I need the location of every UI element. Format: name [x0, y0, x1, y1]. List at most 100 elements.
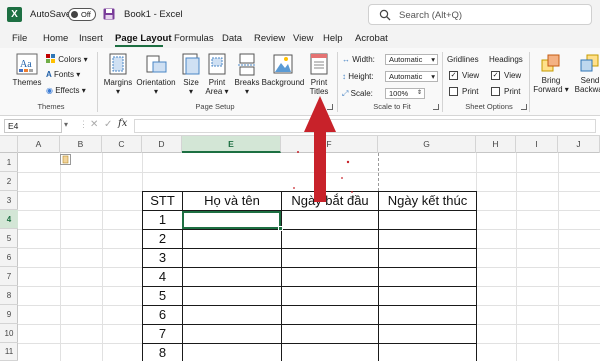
cancel-icon[interactable]: ✕ — [90, 119, 98, 130]
row-header-10[interactable]: 10 — [0, 324, 18, 343]
breaks-icon — [238, 53, 256, 76]
row-header-5[interactable]: 5 — [0, 229, 18, 248]
column-header-i[interactable]: I — [516, 136, 558, 153]
row-header-8[interactable]: 8 — [0, 286, 18, 305]
more-options-icon: ⋮ — [79, 119, 88, 129]
headings-heading: Headings — [489, 55, 523, 64]
autosave-toggle[interactable]: Off — [68, 8, 96, 21]
send-backward-button[interactable]: Send Backwar — [572, 52, 600, 94]
chevron-down-icon: ▾ — [562, 85, 569, 94]
tab-view[interactable]: View — [293, 33, 313, 44]
chevron-down-icon: ▾ — [431, 72, 435, 81]
stt-cell[interactable]: 2 — [143, 231, 182, 246]
insert-function-icon[interactable]: fx — [118, 118, 127, 129]
background-button[interactable]: Background — [261, 52, 305, 87]
colors-button[interactable]: Colors ▾ — [46, 54, 88, 64]
headings-view-checkbox[interactable]: ✓ — [491, 71, 500, 80]
table-header-stt[interactable]: STT — [143, 193, 182, 208]
width-label-text: Width: — [352, 55, 375, 64]
stt-cell[interactable]: 3 — [143, 250, 182, 265]
active-cell-e4[interactable] — [182, 211, 281, 229]
height-label-text: Height: — [348, 72, 374, 81]
paste-options-icon[interactable] — [60, 154, 71, 165]
tab-page-layout[interactable]: Page Layout — [115, 33, 172, 44]
chevron-down-icon: ▾ — [244, 87, 249, 96]
stt-cell[interactable]: 8 — [143, 345, 182, 360]
size-label: Size — [183, 78, 199, 87]
themes-button[interactable]: Aa Themes — [9, 52, 45, 87]
stt-cell[interactable]: 7 — [143, 326, 182, 341]
size-button[interactable]: Size ▾ — [180, 52, 202, 96]
stt-cell[interactable]: 1 — [143, 212, 182, 227]
search-box[interactable]: Search (Alt+Q) — [368, 4, 592, 25]
tab-acrobat[interactable]: Acrobat — [355, 33, 388, 44]
headings-print-label: Print — [504, 87, 521, 96]
column-header-h[interactable]: H — [476, 136, 516, 153]
table-border — [378, 191, 379, 361]
fill-handle[interactable] — [278, 226, 283, 231]
tab-file[interactable]: File — [12, 33, 27, 44]
tab-home[interactable]: Home — [43, 33, 68, 44]
bring-forward-icon — [541, 54, 560, 72]
enter-icon[interactable]: ✓ — [104, 119, 112, 130]
row-header-7[interactable]: 7 — [0, 267, 18, 286]
effects-button[interactable]: ◉ Effects ▾ — [46, 86, 86, 95]
width-icon: ↔ — [342, 55, 350, 64]
column-header-e[interactable]: E — [182, 136, 281, 153]
row-header-1[interactable]: 1 — [0, 153, 18, 172]
tab-data[interactable]: Data — [222, 33, 242, 44]
group-divider — [529, 52, 530, 112]
gridline — [60, 153, 61, 361]
tab-formulas[interactable]: Formulas — [174, 33, 214, 44]
stt-cell[interactable]: 4 — [143, 269, 182, 284]
column-header-b[interactable]: B — [60, 136, 102, 153]
tab-help[interactable]: Help — [323, 33, 343, 44]
table-header-ngay-ket-thuc[interactable]: Ngày kết thúc — [379, 193, 476, 208]
row-header-3[interactable]: 3 — [0, 191, 18, 210]
column-header-j[interactable]: J — [558, 136, 600, 153]
height-select-value: Automatic — [389, 72, 423, 81]
gridlines-view-checkbox[interactable]: ✓ — [449, 71, 458, 80]
send-backward-icon — [580, 54, 599, 72]
chevron-down-icon: ▾ — [153, 87, 158, 96]
row-header-11[interactable]: 11 — [0, 343, 18, 361]
table-header-ho-va-ten[interactable]: Họ và tên — [183, 193, 281, 208]
name-box[interactable]: E4 — [4, 119, 62, 133]
column-header-d[interactable]: D — [142, 136, 182, 153]
column-header-c[interactable]: C — [102, 136, 142, 153]
select-all-corner[interactable] — [0, 136, 18, 153]
row-header-2[interactable]: 2 — [0, 172, 18, 191]
active-tab-indicator — [115, 45, 163, 47]
tab-review[interactable]: Review — [254, 33, 285, 44]
row-header-9[interactable]: 9 — [0, 305, 18, 324]
formula-input[interactable] — [134, 119, 596, 133]
orientation-button[interactable]: Orientation ▾ — [134, 52, 178, 96]
scale-to-fit-launcher-icon[interactable] — [433, 104, 439, 110]
column-header-a[interactable]: A — [18, 136, 60, 153]
tab-insert[interactable]: Insert — [79, 33, 103, 44]
row-header-6[interactable]: 6 — [0, 248, 18, 267]
background-icon — [273, 54, 293, 74]
headings-print-checkbox[interactable] — [491, 87, 500, 96]
margins-button[interactable]: Margins ▾ — [102, 52, 134, 96]
width-select[interactable]: Automatic ▾ — [385, 54, 438, 65]
breaks-button[interactable]: Breaks ▾ — [233, 52, 261, 96]
stt-cell[interactable]: 5 — [143, 288, 182, 303]
scale-spinner[interactable]: 100% ⇕ — [385, 88, 425, 99]
column-header-g[interactable]: G — [378, 136, 476, 153]
table-border — [281, 191, 282, 361]
bring-forward-button[interactable]: Bring Forward ▾ — [532, 52, 570, 94]
save-icon[interactable] — [103, 8, 115, 20]
print-area-button[interactable]: Print Area ▾ — [204, 52, 230, 96]
gridlines-print-checkbox[interactable] — [449, 87, 458, 96]
page-setup-group-label: Page Setup — [195, 102, 235, 111]
stt-cell[interactable]: 6 — [143, 307, 182, 322]
name-box-dropdown-icon[interactable]: ▾ — [64, 120, 68, 129]
fonts-button[interactable]: A Fonts ▾ — [46, 70, 80, 79]
width-select-value: Automatic — [389, 55, 423, 64]
sheet-options-launcher-icon[interactable] — [521, 104, 527, 110]
row-header-4[interactable]: 4 — [0, 210, 18, 229]
height-select[interactable]: Automatic ▾ — [385, 71, 438, 82]
send-backward-label-1: Send — [580, 76, 600, 85]
print-titles-button[interactable]: Print Titles — [306, 52, 332, 96]
